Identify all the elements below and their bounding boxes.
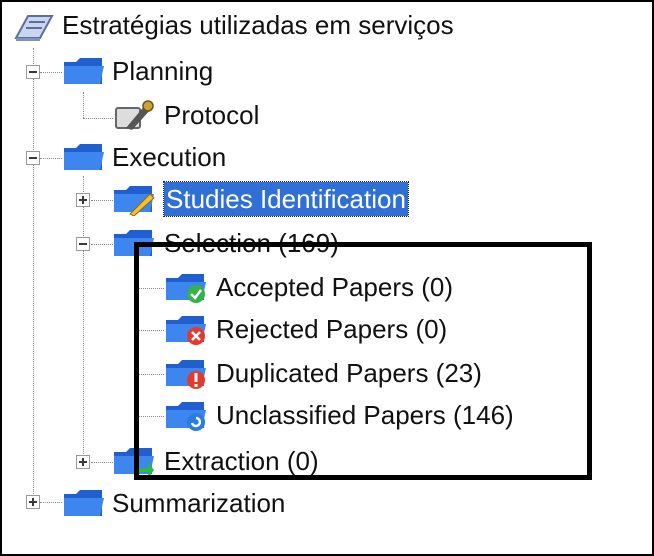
tree-view: Estratégias utilizadas em serviços Plann… [0, 0, 650, 552]
tree-node-label: Estratégias utilizadas em serviços [62, 10, 454, 40]
collapse-toggle[interactable] [76, 237, 90, 251]
expand-toggle[interactable] [26, 495, 40, 509]
tree-node-label: Execution [112, 142, 227, 172]
root-book-icon [14, 15, 54, 41]
tree-line [91, 200, 113, 201]
tree-node-label: Planning [112, 56, 214, 86]
folder-icon [64, 58, 104, 84]
tree-line [83, 176, 84, 462]
tree-line [40, 72, 62, 73]
folder-pencil-icon [114, 186, 155, 216]
tree-line [83, 118, 113, 119]
tree-line [83, 92, 84, 118]
tree-line [91, 462, 113, 463]
protocol-wrench-icon [115, 100, 154, 130]
tree-line [91, 244, 113, 245]
expand-toggle[interactable] [76, 193, 90, 207]
tree-node-label: Summarization [112, 488, 286, 518]
tree-line [33, 48, 34, 502]
collapse-toggle[interactable] [26, 65, 40, 79]
expand-toggle[interactable] [76, 455, 90, 469]
folder-icon [64, 144, 104, 170]
tree-node-label: Protocol [164, 100, 260, 130]
collapse-toggle[interactable] [26, 151, 40, 165]
tree-line [40, 502, 62, 503]
annotation-highlight-box [134, 242, 592, 480]
folder-icon [64, 490, 104, 516]
tree-node-label: Studies Identification [163, 181, 409, 217]
tree-line [40, 158, 62, 159]
